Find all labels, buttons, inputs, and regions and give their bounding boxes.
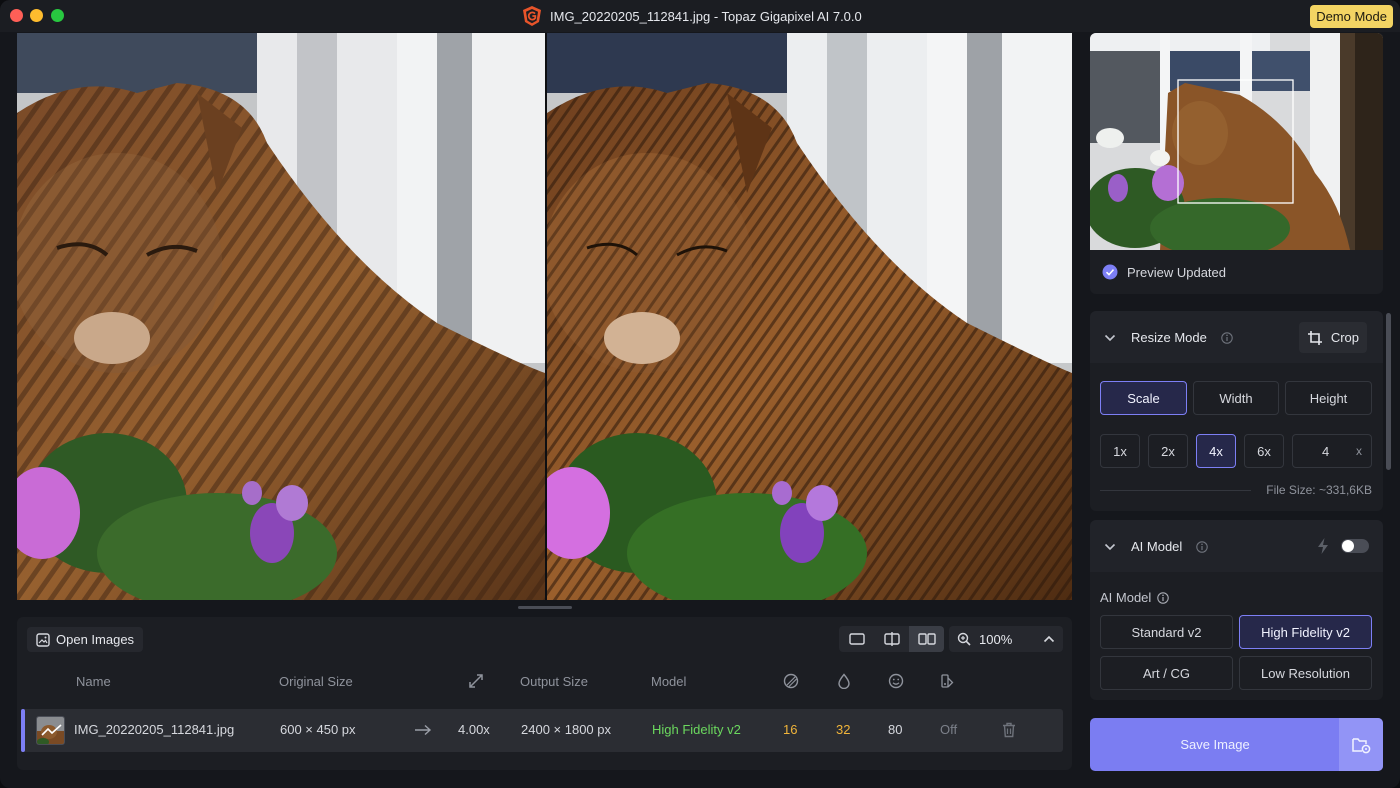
window-title-group: IMG_20220205_112841.jpg - Topaz Gigapixe… [522, 5, 862, 27]
minimize-window-button[interactable] [30, 9, 43, 22]
face-recovery-icon [888, 673, 904, 689]
ai-model-header[interactable]: AI Model [1090, 520, 1383, 572]
face-recovery-value: 80 [888, 722, 903, 737]
custom-scale-value: 4 [1322, 443, 1330, 459]
original-cat-photo [17, 33, 545, 600]
original-size-value: 600 × 450 px [280, 722, 356, 737]
navigator-panel: Preview Updated [1090, 33, 1383, 294]
lightning-icon [1318, 538, 1328, 554]
model-standard-v2-button[interactable]: Standard v2 [1100, 615, 1233, 649]
resize-mode-header[interactable]: Resize Mode Crop [1090, 311, 1383, 363]
selected-row-indicator [21, 709, 25, 752]
denoise-icon [783, 673, 799, 689]
crop-icon [1307, 330, 1322, 345]
split-view-button[interactable] [874, 626, 909, 652]
sidebar-scrollbar[interactable] [1386, 313, 1391, 470]
color-correction-value: Off [940, 722, 958, 737]
file-row[interactable]: IMG_20220205_112841.jpg 600 × 450 px 4.0… [21, 709, 1063, 752]
scale-mode-button[interactable]: Scale [1100, 381, 1187, 415]
output-size-value: 2400 × 1800 px [521, 722, 611, 737]
ai-model-subtitle-row: AI Model [1100, 590, 1170, 605]
chevron-down-icon[interactable] [1104, 334, 1116, 342]
expand-arrows-icon [469, 674, 483, 688]
custom-scale-unit: x [1356, 444, 1362, 458]
panel-resize-handle[interactable] [518, 606, 572, 609]
file-size-divider [1100, 490, 1251, 491]
navigator-thumbnail[interactable] [1090, 33, 1383, 250]
view-mode-group [839, 626, 944, 652]
model-low-resolution-button[interactable]: Low Resolution [1239, 656, 1372, 690]
gigapixel-logo-icon [523, 6, 541, 26]
crop-button[interactable]: Crop [1298, 322, 1367, 353]
info-icon[interactable] [1221, 332, 1233, 344]
file-thumbnail [36, 716, 65, 745]
preview-status-text: Preview Updated [1127, 264, 1226, 280]
ai-model-title: AI Model [1131, 539, 1183, 554]
ai-model-subtitle: AI Model [1100, 590, 1152, 605]
chevron-down-icon[interactable] [1104, 543, 1116, 551]
zoom-icon [957, 632, 971, 646]
info-icon[interactable] [1196, 541, 1208, 553]
window-title: IMG_20220205_112841.jpg - Topaz Gigapixe… [550, 8, 862, 24]
split-view-icon [883, 632, 900, 646]
app-window: IMG_20220205_112841.jpg - Topaz Gigapixe… [0, 0, 1400, 788]
demo-mode-badge[interactable]: Demo Mode [1310, 5, 1393, 28]
arrow-right-icon [415, 724, 432, 736]
column-model: Model [651, 674, 687, 689]
export-settings-icon [1352, 737, 1371, 753]
enhanced-preview-image[interactable] [547, 33, 1072, 600]
file-list-panel: Open Images 100% Name Original Size Outp… [17, 617, 1072, 770]
maximize-window-button[interactable] [51, 9, 64, 22]
column-original-size: Original Size [279, 674, 353, 689]
chevron-up-icon[interactable] [1043, 635, 1055, 643]
single-view-icon [848, 633, 865, 645]
denoise-value: 16 [783, 722, 798, 737]
trash-icon[interactable] [1002, 722, 1016, 738]
save-image-label: Save Image [1180, 737, 1250, 752]
resize-mode-panel: Resize Mode Crop Scale Width Height 1x 2… [1090, 311, 1383, 511]
open-images-button[interactable]: Open Images [27, 627, 144, 652]
height-mode-button[interactable]: Height [1285, 381, 1372, 415]
side-by-side-view-icon [917, 633, 936, 645]
model-value: High Fidelity v2 [652, 722, 741, 737]
open-images-label: Open Images [56, 632, 135, 647]
close-window-button[interactable] [10, 9, 23, 22]
width-mode-button[interactable]: Width [1193, 381, 1279, 415]
scale-1x-button[interactable]: 1x [1100, 434, 1140, 468]
autopilot-toggle-knob [1342, 540, 1354, 552]
sharpen-drop-icon [838, 673, 850, 689]
thumbnail-image [37, 717, 64, 744]
column-name: Name [76, 674, 111, 689]
export-settings-button[interactable] [1339, 718, 1383, 771]
enhanced-cat-photo [547, 33, 1072, 600]
ai-model-panel: AI Model AI Model Standard v2 High Fidel… [1090, 520, 1383, 700]
color-correction-icon [941, 674, 954, 688]
scale-2x-button[interactable]: 2x [1148, 434, 1188, 468]
image-icon [36, 632, 50, 647]
single-view-button[interactable] [839, 626, 874, 652]
check-circle-icon [1102, 264, 1118, 280]
model-high-fidelity-v2-button[interactable]: High Fidelity v2 [1239, 615, 1372, 649]
save-image-button[interactable]: Save Image [1090, 718, 1383, 771]
file-name: IMG_20220205_112841.jpg [74, 722, 235, 737]
scale-6x-button[interactable]: 6x [1244, 434, 1284, 468]
file-size-estimate: File Size: ~331,6KB [1266, 483, 1372, 497]
zoom-level: 100% [979, 631, 1013, 647]
column-output-size: Output Size [520, 674, 588, 689]
sharpen-value: 32 [836, 722, 851, 737]
autopilot-toggle[interactable] [1341, 539, 1369, 553]
scale-value: 4.00x [458, 722, 490, 737]
title-bar: IMG_20220205_112841.jpg - Topaz Gigapixe… [0, 0, 1400, 32]
preview-status: Preview Updated [1102, 264, 1226, 280]
scale-4x-button[interactable]: 4x [1196, 434, 1236, 468]
zoom-control[interactable]: 100% [949, 626, 1063, 652]
side-by-side-view-button[interactable] [909, 626, 944, 652]
crop-label: Crop [1330, 330, 1359, 345]
resize-mode-title: Resize Mode [1131, 330, 1207, 345]
custom-scale-input[interactable]: 4 x [1292, 434, 1372, 468]
info-icon[interactable] [1157, 591, 1170, 604]
original-preview-image[interactable] [17, 33, 545, 600]
model-art-cg-button[interactable]: Art / CG [1100, 656, 1233, 690]
